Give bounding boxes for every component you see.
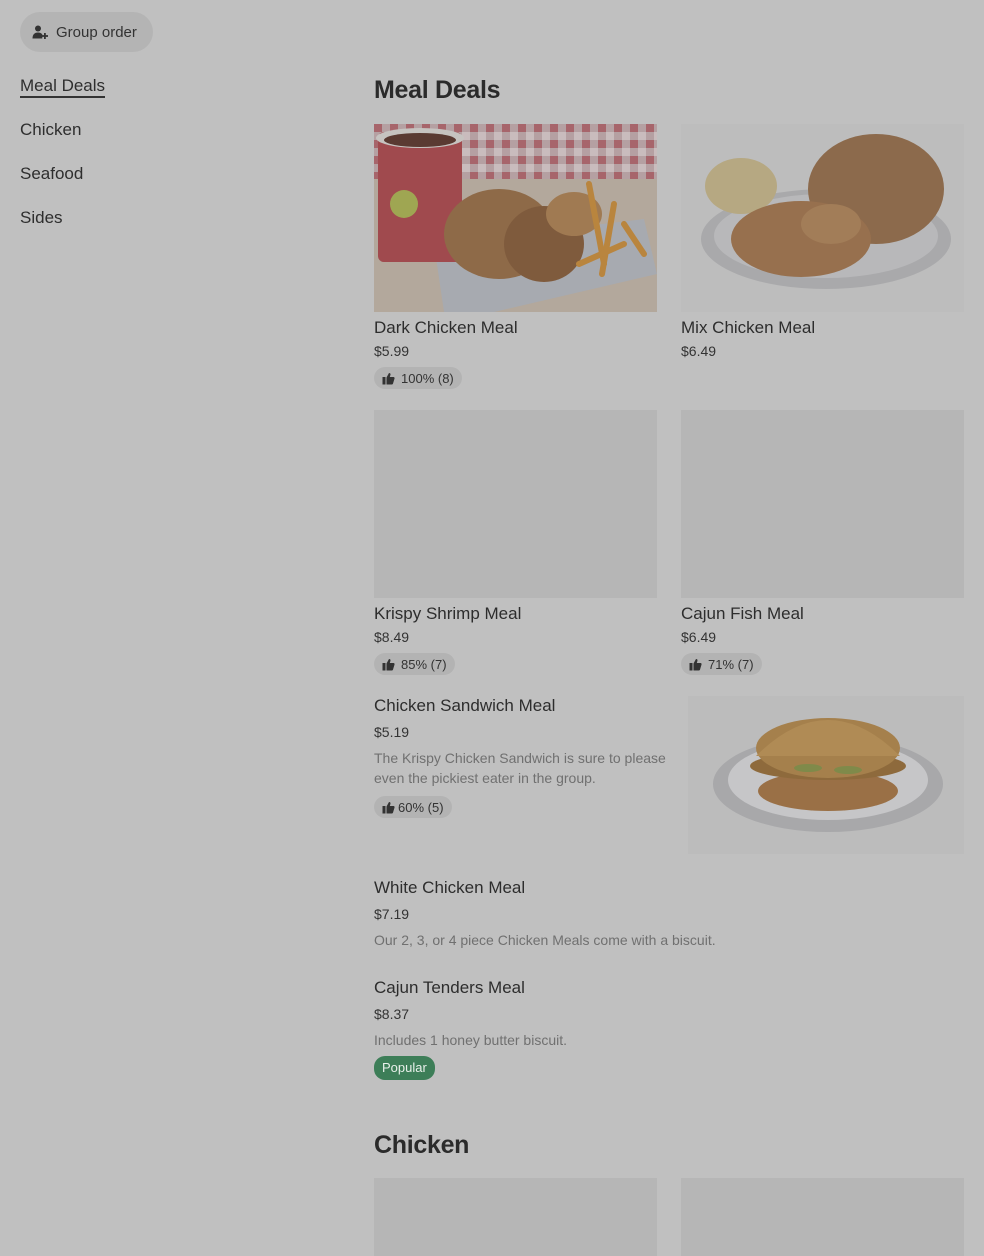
menu-item-image-placeholder[interactable] — [681, 1178, 964, 1256]
menu-item-image-placeholder — [681, 410, 964, 598]
menu-item-row[interactable]: White Chicken Meal $7.19 Our 2, 3, or 4 … — [374, 878, 964, 950]
rating-text: 60% (5) — [398, 799, 444, 815]
menu-item-name: Cajun Tenders Meal — [374, 978, 525, 997]
menu-item-card[interactable]: Cajun Fish Meal $6.49 71% (7) — [681, 410, 964, 676]
menu-item-image — [688, 696, 964, 854]
menu-item-image-placeholder — [374, 410, 657, 598]
sidebar-item-seafood[interactable]: Seafood — [20, 162, 320, 206]
thumbs-up-icon — [689, 658, 702, 671]
menu-item-row[interactable]: Cajun Tenders Meal $8.37 Includes 1 hone… — [374, 978, 964, 1080]
sidebar-item-sides[interactable]: Sides — [20, 206, 320, 250]
sidebar-item-chicken[interactable]: Chicken — [20, 118, 320, 162]
menu-item-price: $8.37 — [374, 1006, 410, 1022]
menu-item-description: Includes 1 honey butter biscuit. — [374, 1032, 568, 1048]
menu-item-image — [681, 124, 964, 312]
menu-item-name: Dark Chicken Meal — [374, 318, 518, 337]
menu-item-card[interactable]: Mix Chicken Meal $6.49 — [681, 124, 964, 361]
menu-item-name: Krispy Shrimp Meal — [374, 604, 522, 623]
menu-item-price: $6.49 — [681, 343, 717, 359]
rating-chip: 71% (7) — [681, 653, 762, 675]
section-title-meal-deals: Meal Deals — [374, 76, 501, 104]
rating-text: 85% (7) — [401, 656, 447, 672]
menu-item-image-placeholder[interactable] — [374, 1178, 657, 1256]
menu-item-price: $5.99 — [374, 343, 410, 359]
rating-chip: 85% (7) — [374, 653, 455, 675]
popular-badge: Popular — [374, 1056, 435, 1080]
section-title-chicken: Chicken — [374, 1131, 470, 1159]
menu-item-name: Cajun Fish Meal — [681, 604, 804, 623]
menu-item-card[interactable]: Krispy Shrimp Meal $8.49 85% (7) — [374, 410, 657, 676]
thumbs-up-icon — [382, 372, 395, 385]
menu-item-price: $7.19 — [374, 906, 410, 922]
menu-item-price: $6.49 — [681, 629, 717, 645]
add-person-icon — [32, 24, 48, 40]
group-order-button[interactable]: Group order — [20, 12, 153, 52]
menu-item-name: Mix Chicken Meal — [681, 318, 816, 337]
rating-text: 100% (8) — [401, 370, 454, 386]
menu-item-card[interactable]: Dark Chicken Meal $5.99 100% (8) — [374, 124, 657, 390]
rating-chip: 100% (8) — [374, 367, 462, 389]
menu-item-image — [374, 124, 657, 312]
menu-item-price: $8.49 — [374, 629, 410, 645]
category-sidebar: Meal Deals Chicken Seafood Sides — [20, 74, 320, 250]
menu-item-row[interactable]: Chicken Sandwich Meal $5.19 The Krispy C… — [374, 696, 964, 856]
sidebar-item-meal-deals[interactable]: Meal Deals — [20, 74, 320, 118]
thumbs-up-icon — [382, 801, 395, 814]
rating-chip: 60% (5) — [374, 796, 452, 818]
menu-item-name: White Chicken Meal — [374, 878, 526, 897]
menu-item-description: Our 2, 3, or 4 piece Chicken Meals come … — [374, 932, 716, 948]
thumbs-up-icon — [382, 658, 395, 671]
rating-text: 71% (7) — [708, 656, 754, 672]
group-order-label: Group order — [56, 23, 137, 41]
